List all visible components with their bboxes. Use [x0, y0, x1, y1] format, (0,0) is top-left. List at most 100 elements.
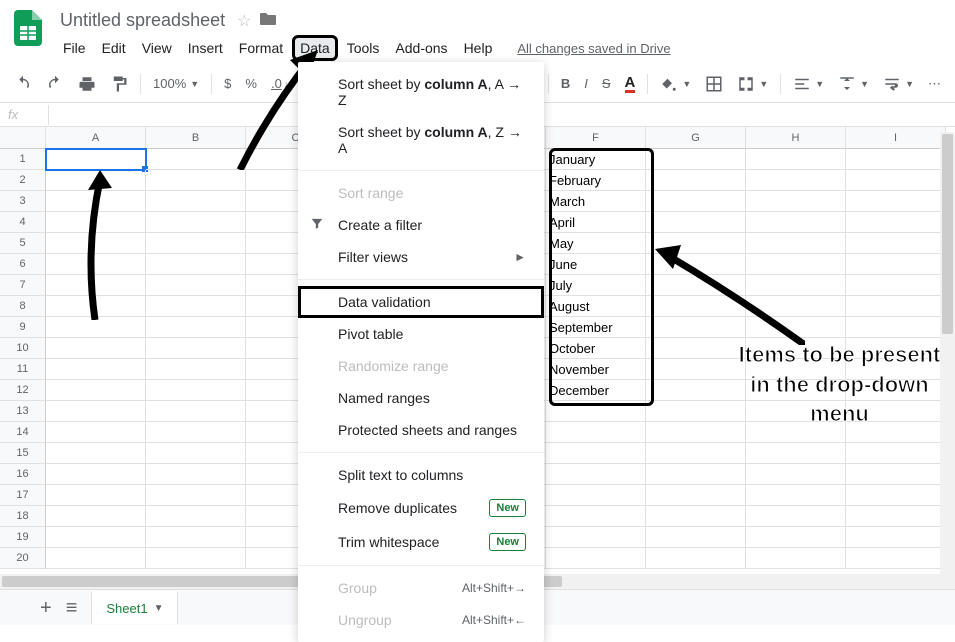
menu-tools[interactable]: Tools [340, 36, 387, 60]
menu-help[interactable]: Help [457, 36, 500, 60]
column-header[interactable]: F [546, 127, 646, 149]
cell[interactable] [546, 464, 646, 485]
row-header[interactable]: 18 [0, 506, 46, 527]
saved-status[interactable]: All changes saved in Drive [517, 41, 670, 56]
bold-button[interactable]: B [555, 72, 576, 95]
cell[interactable] [46, 149, 146, 170]
merge-button[interactable]: ▼ [731, 71, 774, 97]
cell[interactable] [146, 380, 246, 401]
cell[interactable] [646, 422, 746, 443]
cell[interactable] [146, 275, 246, 296]
cell[interactable] [146, 254, 246, 275]
cell[interactable] [46, 527, 146, 548]
print-button[interactable] [72, 71, 102, 97]
cell[interactable] [746, 149, 846, 170]
doc-title[interactable]: Untitled spreadsheet [56, 8, 229, 33]
cell[interactable] [546, 422, 646, 443]
add-sheet-button[interactable]: + [40, 598, 52, 618]
menu-insert[interactable]: Insert [181, 36, 230, 60]
vertical-scrollbar[interactable] [940, 132, 955, 589]
row-header[interactable]: 2 [0, 170, 46, 191]
cell[interactable] [146, 506, 246, 527]
cell[interactable] [46, 401, 146, 422]
cell[interactable]: April [546, 212, 646, 233]
undo-button[interactable] [8, 71, 38, 97]
cell[interactable] [846, 296, 946, 317]
cell[interactable]: May [546, 233, 646, 254]
cell[interactable] [46, 338, 146, 359]
row-header[interactable]: 1 [0, 149, 46, 170]
column-header[interactable]: H [746, 127, 846, 149]
menu-file[interactable]: File [56, 36, 93, 60]
data-validation-item[interactable]: Data validation [298, 286, 544, 318]
cell[interactable] [846, 170, 946, 191]
cell[interactable] [846, 443, 946, 464]
named-ranges-item[interactable]: Named ranges [298, 382, 544, 414]
cell[interactable] [546, 548, 646, 569]
cell[interactable] [146, 527, 246, 548]
row-header[interactable]: 6 [0, 254, 46, 275]
sort-za-item[interactable]: Sort sheet by column A, Z → A [298, 116, 544, 164]
row-header[interactable]: 8 [0, 296, 46, 317]
cell[interactable] [846, 548, 946, 569]
cell[interactable] [846, 149, 946, 170]
cell[interactable]: October [546, 338, 646, 359]
cell[interactable]: August [546, 296, 646, 317]
cell[interactable] [846, 464, 946, 485]
row-header[interactable]: 5 [0, 233, 46, 254]
menu-view[interactable]: View [135, 36, 179, 60]
menu-edit[interactable]: Edit [95, 36, 133, 60]
row-header[interactable]: 20 [0, 548, 46, 569]
cell[interactable] [146, 212, 246, 233]
cell[interactable] [546, 506, 646, 527]
cell[interactable] [146, 296, 246, 317]
cell[interactable] [646, 359, 746, 380]
cell[interactable] [46, 317, 146, 338]
cell[interactable] [146, 443, 246, 464]
cell[interactable] [746, 548, 846, 569]
row-header[interactable]: 14 [0, 422, 46, 443]
row-header[interactable]: 4 [0, 212, 46, 233]
row-header[interactable]: 19 [0, 527, 46, 548]
sheets-logo[interactable] [8, 8, 48, 48]
cell[interactable] [146, 401, 246, 422]
pivot-table-item[interactable]: Pivot table [298, 318, 544, 350]
cell[interactable] [646, 380, 746, 401]
filter-views-item[interactable]: Filter views► [298, 241, 544, 273]
cell[interactable] [746, 170, 846, 191]
sort-az-item[interactable]: Sort sheet by column A, A → Z [298, 68, 544, 116]
cell[interactable]: June [546, 254, 646, 275]
cell[interactable] [546, 485, 646, 506]
cell[interactable] [146, 317, 246, 338]
cell[interactable]: November [546, 359, 646, 380]
cell[interactable] [146, 233, 246, 254]
cell[interactable] [846, 317, 946, 338]
column-header[interactable]: I [846, 127, 946, 149]
cell[interactable] [746, 527, 846, 548]
cell[interactable] [846, 191, 946, 212]
cell[interactable] [46, 380, 146, 401]
cell[interactable]: July [546, 275, 646, 296]
fill-color-button[interactable]: ▼ [654, 71, 697, 97]
sheet-tab[interactable]: Sheet1▼ [91, 591, 178, 624]
cell[interactable] [146, 548, 246, 569]
paint-format-button[interactable] [104, 71, 134, 97]
row-header[interactable]: 16 [0, 464, 46, 485]
cell[interactable] [146, 191, 246, 212]
star-icon[interactable]: ☆ [237, 11, 251, 31]
protected-sheets-item[interactable]: Protected sheets and ranges [298, 414, 544, 446]
remove-duplicates-item[interactable]: Remove duplicatesNew [298, 491, 544, 525]
row-header[interactable]: 17 [0, 485, 46, 506]
cell[interactable] [46, 443, 146, 464]
cell[interactable] [846, 254, 946, 275]
cell[interactable]: December [546, 380, 646, 401]
cell[interactable] [646, 506, 746, 527]
split-text-item[interactable]: Split text to columns [298, 459, 544, 491]
cell[interactable] [846, 485, 946, 506]
cell[interactable] [46, 464, 146, 485]
cell[interactable] [646, 149, 746, 170]
cell[interactable] [846, 212, 946, 233]
cell[interactable] [146, 464, 246, 485]
more-button[interactable]: ⋯ [922, 72, 947, 96]
cell[interactable] [146, 422, 246, 443]
